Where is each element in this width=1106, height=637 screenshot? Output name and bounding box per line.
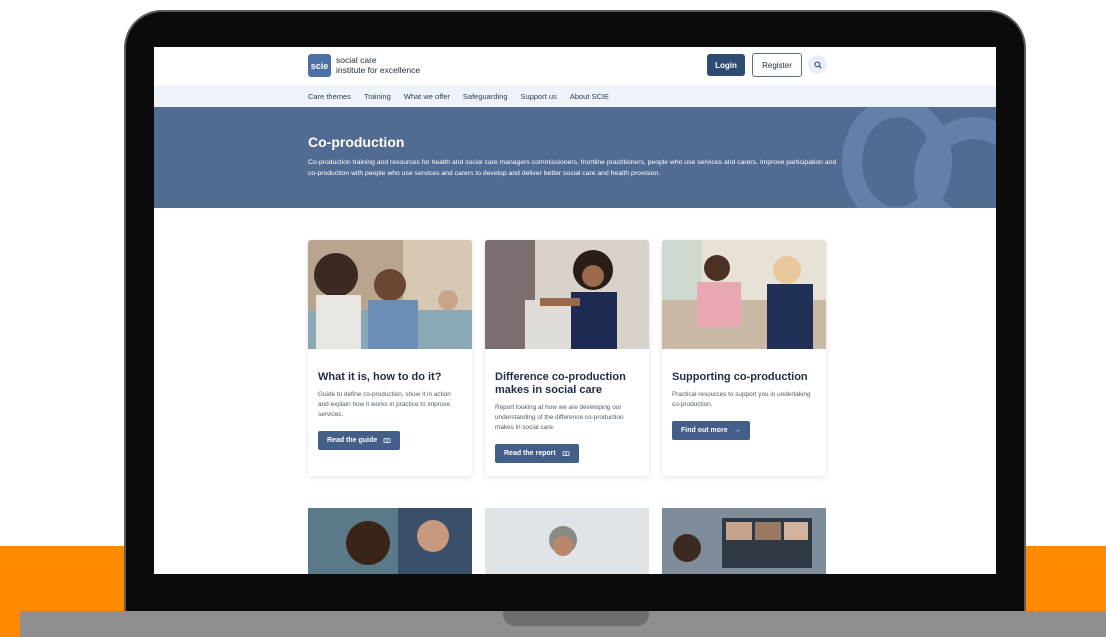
card-difference: Difference co-production makes in social… — [485, 240, 649, 476]
card-description: Guide to define co-production, show it i… — [318, 391, 451, 418]
button-label: Read the report — [504, 450, 556, 457]
nav-item-about-scie[interactable]: About SCIE — [570, 92, 609, 101]
search-icon — [813, 60, 822, 69]
card-image-row2-1 — [308, 508, 472, 574]
card-image-conversation — [485, 240, 649, 349]
laptop-screen: scie social care institute for excellenc… — [154, 47, 996, 574]
card-image-people-meeting — [308, 240, 472, 349]
card-image-row2-2 — [485, 508, 649, 574]
card-what-it-is: What it is, how to do it? Guide to defin… — [308, 240, 472, 476]
laptop-notch — [503, 611, 649, 626]
button-label: Find out more — [681, 427, 728, 434]
site-header: scie social care institute for excellenc… — [154, 47, 996, 85]
hero-banner: Co-production Co-production training and… — [154, 107, 996, 208]
card-title: Difference co-production makes in social… — [495, 371, 626, 396]
button-label: Read the guide — [327, 437, 378, 444]
read-report-button[interactable]: Read the report — [495, 444, 579, 463]
find-out-more-button[interactable]: Find out more → — [672, 421, 750, 440]
arrow-right-icon: → — [733, 427, 741, 434]
nav-item-safeguarding[interactable]: Safeguarding — [463, 92, 508, 101]
book-icon — [562, 450, 570, 456]
login-button[interactable]: Login — [707, 54, 745, 76]
page-description: Co-production training and resources for… — [308, 159, 837, 177]
nav-item-support-us[interactable]: Support us — [521, 92, 557, 101]
card-title: What it is, how to do it? — [318, 371, 442, 383]
nav-item-what-we-offer[interactable]: What we offer — [404, 92, 450, 101]
register-button[interactable]: Register — [752, 53, 802, 77]
logo-line-2: institute for excellence — [336, 65, 421, 75]
card-description: Practical resources to support you in un… — [672, 391, 811, 408]
read-guide-button[interactable]: Read the guide — [318, 431, 401, 450]
stage: scie social care institute for excellenc… — [0, 0, 1106, 637]
logo-text[interactable]: social care institute for excellence — [336, 55, 420, 75]
card-description: Report looking at how we are developing … — [495, 404, 624, 431]
card-supporting: Supporting co-production Practical resou… — [662, 240, 826, 476]
card-image-carer-visit — [662, 240, 826, 349]
book-icon — [383, 437, 391, 443]
card-image-row2-3 — [662, 508, 826, 574]
search-button[interactable] — [808, 55, 827, 74]
nav-item-care-themes[interactable]: Care themes — [308, 92, 351, 101]
main-nav: Care themes Training What we offer Safeg… — [154, 85, 996, 107]
page-title: Co-production — [308, 134, 405, 150]
card-title: Supporting co-production — [672, 371, 808, 383]
nav-item-training[interactable]: Training — [364, 92, 391, 101]
logo-line-1: social care — [336, 55, 377, 65]
scie-logo-icon[interactable]: scie — [308, 54, 331, 77]
